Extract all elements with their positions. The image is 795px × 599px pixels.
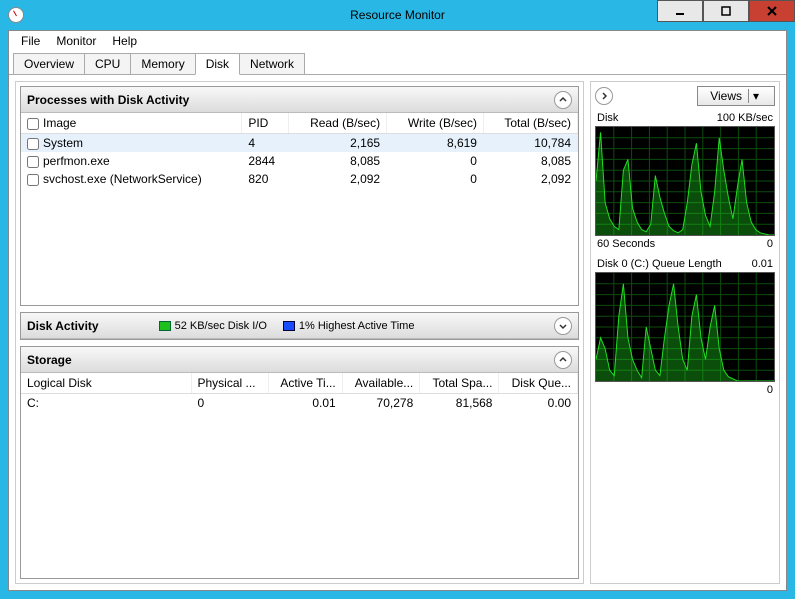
row-checkbox[interactable] [27, 156, 39, 168]
col-queue[interactable]: Disk Que... [499, 373, 578, 394]
chart1-xlabel: 60 Seconds [597, 238, 655, 250]
minimize-button[interactable] [657, 0, 703, 22]
panel-disk-activity-header[interactable]: Disk Activity 52 KB/sec Disk I/O 1% High… [21, 313, 578, 339]
col-active[interactable]: Active Ti... [268, 373, 342, 394]
menu-monitor[interactable]: Monitor [48, 32, 104, 50]
row-checkbox[interactable] [27, 138, 39, 150]
storage-table: Logical Disk Physical ... Active Ti... A… [21, 373, 578, 412]
panel-storage-header[interactable]: Storage [21, 347, 578, 373]
charts-column: Views ▾ Disk 100 KB/sec 60 Seconds 0 Dis… [590, 81, 780, 584]
panel-storage-title: Storage [27, 353, 72, 367]
col-pid[interactable]: PID [242, 113, 289, 134]
menu-help[interactable]: Help [104, 32, 145, 50]
maximize-button[interactable] [703, 0, 749, 22]
active-swatch-icon [283, 321, 295, 331]
window-title: Resource Monitor [350, 8, 445, 22]
panel-processes-header[interactable]: Processes with Disk Activity [21, 87, 578, 113]
disk-activity-stats: 52 KB/sec Disk I/O 1% Highest Active Tim… [159, 320, 415, 332]
table-row[interactable]: C:00.0170,27881,5680.00 [21, 394, 578, 413]
tab-overview[interactable]: Overview [13, 53, 85, 74]
row-checkbox[interactable] [27, 174, 39, 186]
io-swatch-icon [159, 321, 171, 331]
charts-collapse-icon[interactable] [595, 87, 613, 105]
processes-table: Image PID Read (B/sec) Write (B/sec) Tot… [21, 113, 578, 188]
expand-icon[interactable] [554, 317, 572, 335]
chart1-canvas [595, 126, 775, 236]
panel-processes: Processes with Disk Activity Image PID R… [20, 86, 579, 306]
views-button[interactable]: Views ▾ [697, 86, 775, 106]
tab-memory[interactable]: Memory [130, 53, 195, 74]
chart1-scale: 100 KB/sec [717, 112, 773, 124]
collapse-icon[interactable] [554, 91, 572, 109]
menu-file[interactable]: File [13, 32, 48, 50]
tab-cpu[interactable]: CPU [84, 53, 131, 74]
col-image[interactable]: Image [21, 113, 242, 134]
col-logical[interactable]: Logical Disk [21, 373, 191, 394]
dropdown-icon: ▾ [748, 89, 762, 103]
app-icon [8, 7, 24, 23]
col-total[interactable]: Total (B/sec) [483, 113, 577, 134]
col-totalspace[interactable]: Total Spa... [420, 373, 499, 394]
tabstrip: Overview CPU Memory Disk Network [9, 51, 786, 75]
panel-processes-title: Processes with Disk Activity [27, 93, 189, 107]
table-row[interactable]: System42,1658,61910,784 [21, 134, 578, 153]
panel-disk-activity-title: Disk Activity [27, 319, 99, 333]
titlebar: Resource Monitor [0, 0, 795, 30]
chart1-title: Disk [597, 112, 618, 124]
panel-storage: Storage Logical Disk Physical ... Active… [20, 346, 579, 579]
chart2-xright: 0 [767, 384, 773, 396]
chart-queue: Disk 0 (C:) Queue Length 0.01 0 [595, 258, 775, 396]
chart-disk: Disk 100 KB/sec 60 Seconds 0 [595, 112, 775, 250]
app-frame: File Monitor Help Overview CPU Memory Di… [8, 30, 787, 591]
select-all-checkbox[interactable] [27, 118, 39, 130]
views-label: Views [710, 89, 742, 103]
tab-network[interactable]: Network [239, 53, 305, 74]
chart2-canvas [595, 272, 775, 382]
col-physical[interactable]: Physical ... [191, 373, 268, 394]
menubar: File Monitor Help [9, 31, 786, 51]
chart2-scale: 0.01 [752, 258, 773, 270]
close-button[interactable] [749, 0, 795, 22]
panel-disk-activity: Disk Activity 52 KB/sec Disk I/O 1% High… [20, 312, 579, 340]
col-read[interactable]: Read (B/sec) [289, 113, 387, 134]
col-available[interactable]: Available... [342, 373, 420, 394]
table-row[interactable]: svchost.exe (NetworkService)8202,09202,0… [21, 170, 578, 188]
tab-disk[interactable]: Disk [195, 53, 240, 75]
chart1-xright: 0 [767, 238, 773, 250]
chart2-title: Disk 0 (C:) Queue Length [597, 258, 722, 270]
collapse-icon[interactable] [554, 351, 572, 369]
table-row[interactable]: perfmon.exe28448,08508,085 [21, 152, 578, 170]
main-column: Processes with Disk Activity Image PID R… [15, 81, 584, 584]
col-write[interactable]: Write (B/sec) [387, 113, 484, 134]
